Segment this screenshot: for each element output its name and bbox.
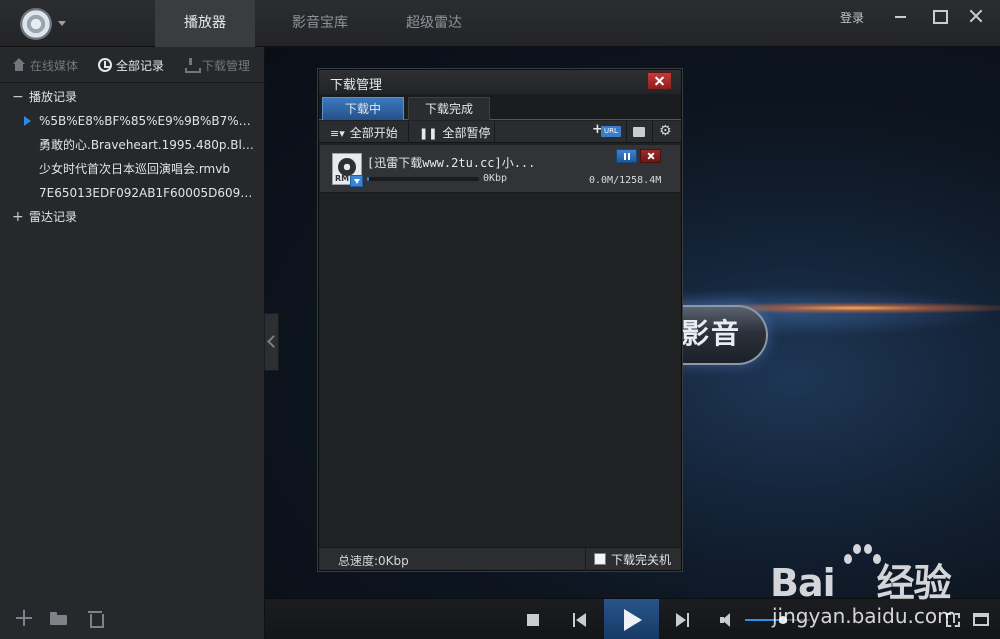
download-speed: 0Kbp: [483, 173, 508, 184]
tab-downloading[interactable]: 下载中: [322, 97, 404, 120]
shutdown-checkbox[interactable]: [594, 553, 606, 565]
sidebar: 在线媒体 全部记录 下载管理 − 播放记录 %5B%E8%BF%85%E9%9B…: [0, 47, 265, 639]
watermark-brand: Bai 经验: [770, 552, 952, 607]
pause-all-button[interactable]: ❚❚ 全部暂停: [419, 124, 490, 141]
pause-icon: ❚❚: [419, 127, 438, 140]
toolbar-divider: [494, 121, 495, 143]
sidebar-collapse-handle[interactable]: [264, 313, 279, 371]
start-all-label: 全部开始: [349, 126, 398, 140]
now-playing-icon: [24, 116, 31, 126]
status-divider: [585, 548, 586, 571]
home-icon: [12, 58, 26, 72]
add-icon[interactable]: [16, 609, 34, 627]
dialog-title-bar[interactable]: 下载管理: [319, 70, 681, 94]
download-progress-bar: [367, 177, 479, 181]
tree-group-play-records[interactable]: − 播放记录: [0, 85, 265, 109]
clock-icon: [98, 58, 112, 72]
start-all-icon: ≡▾: [330, 127, 345, 140]
close-icon[interactable]: [967, 7, 985, 25]
sidebar-tab-label: 全部记录: [116, 59, 165, 73]
toolbar-divider: [626, 121, 627, 143]
watermark-brand-right: 经验: [876, 561, 952, 605]
brand-text: 影音: [681, 317, 742, 350]
maximize-icon[interactable]: [930, 7, 948, 25]
sidebar-tab-online-media[interactable]: 在线媒体: [12, 57, 78, 74]
shutdown-label[interactable]: 下载完关机: [611, 551, 671, 568]
list-item[interactable]: %5B%E8%BF%85%E9%9B%B7%E4...: [0, 109, 265, 133]
sidebar-footer: [0, 599, 265, 639]
dialog-toolbar: ≡▾ 全部开始 ❚❚ 全部暂停 + URL ⚙: [319, 121, 681, 143]
download-progress-fill: [367, 177, 370, 181]
dialog-tabs: 下载中 下载完成: [319, 94, 681, 120]
list-item[interactable]: 7E65013EDF092AB1F60005D609F0...: [0, 181, 265, 205]
download-manager-dialog: 下载管理 下载中 下载完成 ≡▾ 全部开始 ❚❚ 全部暂停 + URL ⚙ RM […: [318, 69, 682, 571]
sidebar-tabs: 在线媒体 全部记录 下载管理: [0, 47, 265, 83]
dialog-status-bar: 总速度:0Kbp 下载完关机: [319, 547, 681, 571]
delete-download-button[interactable]: [640, 149, 661, 163]
add-url-button[interactable]: + URL: [592, 122, 622, 138]
collapse-toggle-icon[interactable]: −: [12, 85, 24, 109]
total-speed: 总速度:0Kbp: [338, 554, 409, 568]
dialog-title: 下载管理: [330, 78, 383, 93]
folder-icon[interactable]: [50, 609, 68, 627]
stop-icon[interactable]: [527, 614, 539, 626]
expand-toggle-icon[interactable]: +: [12, 205, 24, 229]
tab-radar[interactable]: 超级雷达: [384, 0, 484, 47]
chevron-down-icon[interactable]: [58, 21, 66, 26]
play-button[interactable]: [604, 599, 659, 639]
sidebar-tab-label: 下载管理: [202, 59, 251, 73]
download-arrow-icon: [350, 175, 363, 187]
start-all-button[interactable]: ≡▾ 全部开始: [330, 124, 398, 141]
tab-player[interactable]: 播放器: [155, 0, 255, 47]
gear-icon[interactable]: ⚙: [659, 124, 672, 138]
dialog-close-button[interactable]: [647, 72, 672, 90]
watermark-url: jingyan.baidu.com: [772, 604, 957, 628]
download-size: 0.0M/1258.4M: [589, 175, 662, 186]
previous-icon[interactable]: [573, 613, 587, 627]
url-tag: URL: [601, 126, 621, 137]
tree-group-label: 雷达记录: [29, 210, 78, 224]
login-link[interactable]: 登录: [840, 9, 864, 26]
download-file-name: [迅雷下载www.2tu.cc]小...: [367, 156, 536, 170]
toolbar-divider: [652, 121, 653, 143]
watermark-brand-left: Bai: [770, 561, 836, 605]
list-item-label: 勇敢的心.Braveheart.1995.480p.Blur...: [39, 138, 254, 152]
file-type-label: RM: [335, 174, 350, 183]
list-item-label: %5B%E8%BF%85%E9%9B%B7%E4...: [39, 114, 254, 128]
pause-all-label: 全部暂停: [442, 126, 491, 140]
tree-group-label: 播放记录: [29, 90, 78, 104]
sidebar-tab-label: 在线媒体: [30, 59, 79, 73]
toolbar-divider: [408, 121, 409, 143]
tree-group-radar-records[interactable]: + 雷达记录: [0, 205, 265, 229]
minimize-icon[interactable]: [892, 7, 910, 25]
pause-download-button[interactable]: [616, 149, 637, 163]
trash-icon[interactable]: [87, 609, 105, 628]
sidebar-tab-download-manager[interactable]: 下载管理: [184, 57, 250, 74]
title-bar: 播放器 影音宝库 超级雷达 登录: [0, 0, 1000, 47]
list-item[interactable]: 少女时代首次日本巡回演唱会.rmvb: [0, 157, 265, 181]
app-logo-icon[interactable]: [20, 8, 52, 40]
tab-library[interactable]: 影音宝库: [270, 0, 370, 47]
download-row[interactable]: RM [迅雷下载www.2tu.cc]小... 0Kbp 0.0M/1258.4…: [320, 145, 680, 193]
list-item-label: 7E65013EDF092AB1F60005D609F0...: [39, 186, 254, 200]
list-item-label: 少女时代首次日本巡回演唱会.rmvb: [39, 162, 230, 176]
record-tree: − 播放记录 %5B%E8%BF%85%E9%9B%B7%E4... 勇敢的心.…: [0, 85, 265, 229]
list-item[interactable]: 勇敢的心.Braveheart.1995.480p.Blur...: [0, 133, 265, 157]
download-icon: [184, 58, 201, 73]
folder-icon[interactable]: [633, 127, 645, 137]
volume-icon[interactable]: [720, 613, 736, 627]
baidu-watermark: Bai 经验 jingyan.baidu.com: [770, 540, 1000, 630]
next-icon[interactable]: [676, 613, 690, 627]
tab-download-complete[interactable]: 下载完成: [408, 97, 490, 120]
sidebar-tab-all-records[interactable]: 全部记录: [98, 57, 164, 74]
